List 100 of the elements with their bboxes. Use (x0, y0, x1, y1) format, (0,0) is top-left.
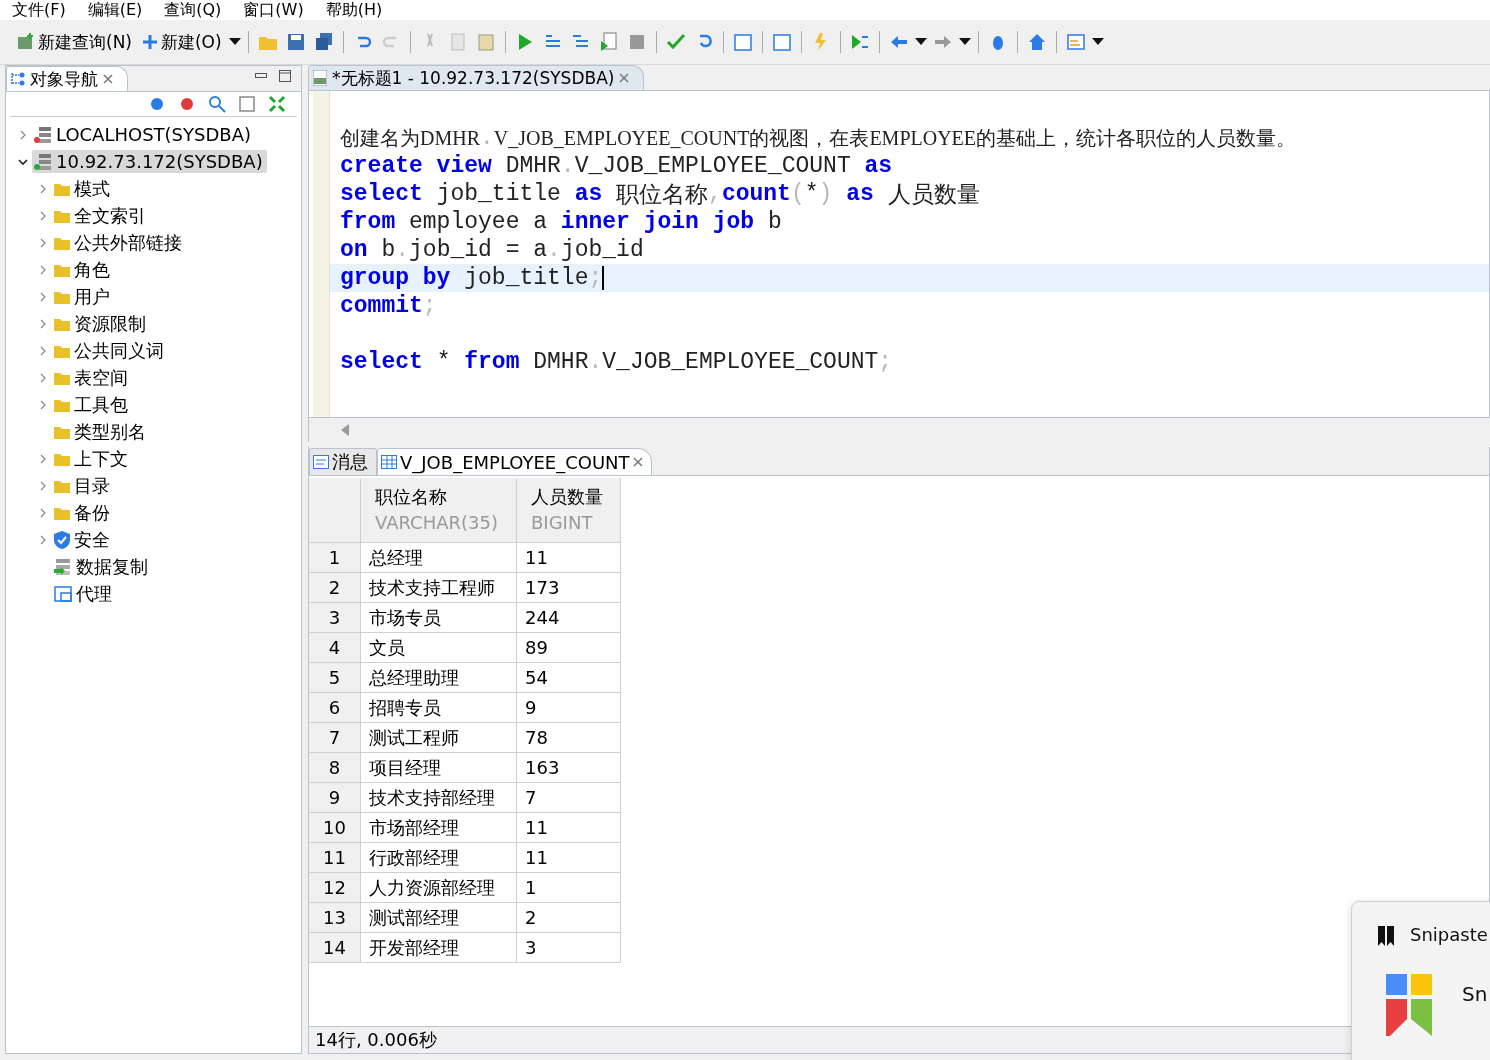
folder-icon (54, 424, 70, 439)
row-number: 11 (309, 843, 361, 873)
table-cell: 78 (517, 723, 621, 753)
row-number: 5 (309, 663, 361, 693)
menu-item[interactable]: 查询(Q) (164, 0, 222, 20)
tree-item[interactable]: 全文索引 (52, 202, 150, 229)
tree-item[interactable]: 目录 (52, 472, 114, 499)
table-cell: 招聘专员 (361, 693, 517, 723)
message-icon (313, 455, 329, 469)
table-cell: 行政部经理 (361, 843, 517, 873)
tree-item[interactable]: 代理 (52, 580, 116, 607)
dropdown-icon[interactable] (228, 38, 241, 46)
dropdown-icon[interactable] (958, 38, 971, 46)
row-number: 4 (309, 633, 361, 663)
navigator-tab[interactable]: 对象导航 (6, 66, 128, 91)
close-icon (619, 73, 630, 83)
table-cell: 9 (517, 693, 621, 723)
tree-item[interactable]: 模式 (52, 175, 114, 202)
tree-item[interactable]: 公共同义词 (52, 337, 168, 364)
menu-item[interactable]: 窗口(W) (243, 0, 304, 20)
dropdown-icon[interactable] (1091, 38, 1104, 46)
scroll-left-icon (341, 424, 349, 436)
folder-icon (54, 505, 70, 520)
column-header[interactable]: 职位名称 VARCHAR(35) (361, 478, 517, 543)
code-line: on b.job_id = a.job_id (339, 236, 645, 264)
tree-item[interactable]: 角色 (52, 256, 114, 283)
code-line: select job_title as 职位名称,count(*) as 人员数量 (339, 180, 981, 208)
tree-item[interactable]: 工具包 (52, 391, 132, 418)
column-header[interactable]: 人员数量 BIGINT (517, 478, 621, 543)
tree-item[interactable]: 安全 (52, 526, 114, 553)
code-line: select * from DMHR.V_JOB_EMPLOYEE_COUNT; (339, 348, 894, 376)
dropdown-icon[interactable] (914, 38, 927, 46)
table-cell: 11 (517, 813, 621, 843)
result-tab[interactable]: 消息 (309, 448, 377, 475)
menu-item[interactable]: 文件(F) (12, 0, 66, 20)
table-cell: 173 (517, 573, 621, 603)
table-cell: 文员 (361, 633, 517, 663)
row-number: 9 (309, 783, 361, 813)
row-number: 10 (309, 813, 361, 843)
row-number: 7 (309, 723, 361, 753)
table-cell: 1 (517, 873, 621, 903)
code-line: 创建名为DMHR.V_JOB_EMPLOYEE_COUNT的视图，在表EMPLOYEE的基础上，统计各职位的人员数量。 (339, 124, 1298, 152)
menu-item[interactable]: 编辑(E) (87, 0, 143, 20)
window-icon (54, 585, 72, 602)
editor-tab[interactable]: *无标题1 - 10.92.73.172(SYSDBA) (308, 65, 645, 90)
table-cell: 测试工程师 (361, 723, 517, 753)
table-cell: 总经理助理 (361, 663, 517, 693)
table-cell: 89 (517, 633, 621, 663)
folder-icon (54, 208, 70, 223)
folder-icon (54, 262, 70, 277)
bookmark-icon (1378, 926, 1394, 946)
menu-item[interactable]: 帮助(H) (325, 0, 383, 20)
table-cell: 技术支持工程师 (361, 573, 517, 603)
row-number: 14 (309, 933, 361, 963)
close-icon (632, 457, 643, 467)
app-logo-icon (1386, 974, 1434, 1036)
result-tab[interactable]: V_JOB_EMPLOYEE_COUNT (377, 448, 652, 475)
tree-item[interactable]: 10.92.73.172(SYSDBA) (32, 150, 267, 173)
table-cell: 11 (517, 543, 621, 573)
tree-item[interactable]: 备份 (52, 499, 114, 526)
table-cell: 项目经理 (361, 753, 517, 783)
chevron-icon[interactable] (18, 156, 28, 167)
folder-icon (54, 370, 70, 385)
code-line: from employee a inner join job b (339, 208, 783, 236)
table-cell: 市场部经理 (361, 813, 517, 843)
folder-icon (54, 235, 70, 250)
tree-item[interactable]: 用户 (52, 283, 114, 310)
table-cell: 2 (517, 903, 621, 933)
tree-icon (11, 72, 25, 86)
close-icon (103, 74, 113, 84)
row-number: 6 (309, 693, 361, 723)
table-cell: 测试部经理 (361, 903, 517, 933)
tree-item[interactable]: 上下文 (52, 445, 132, 472)
new-query-button[interactable]: 新建查询(N) (14, 28, 135, 56)
table-cell: 技术支持部经理 (361, 783, 517, 813)
new-button[interactable]: 新建(O) (139, 28, 225, 56)
table-cell: 163 (517, 753, 621, 783)
table-cell: 总经理 (361, 543, 517, 573)
server-icon (39, 153, 51, 170)
code-line: commit; (339, 292, 438, 320)
row-number: 12 (309, 873, 361, 903)
tree-item[interactable]: 类型别名 (52, 418, 150, 445)
folder-icon (54, 316, 70, 331)
tree-item[interactable]: LOCALHOST(SYSDBA) (32, 123, 255, 146)
row-number: 1 (309, 543, 361, 573)
corner-header (309, 478, 361, 543)
table-icon (381, 455, 397, 469)
text-cursor (602, 266, 605, 290)
server-icon (39, 126, 51, 143)
tree-item[interactable]: 公共外部链接 (52, 229, 186, 256)
code-line: create view DMHR.V_JOB_EMPLOYEE_COUNT as (339, 152, 894, 180)
tree-item[interactable]: 表空间 (52, 364, 132, 391)
folder-icon (54, 397, 70, 412)
tree-item[interactable]: 数据复制 (52, 553, 152, 580)
notification-text: Sn (1462, 982, 1488, 1006)
maximize-icon (279, 69, 291, 82)
table-cell: 市场专员 (361, 603, 517, 633)
tree-item[interactable]: 资源限制 (52, 310, 150, 337)
row-number: 3 (309, 603, 361, 633)
folder-icon (54, 451, 70, 466)
